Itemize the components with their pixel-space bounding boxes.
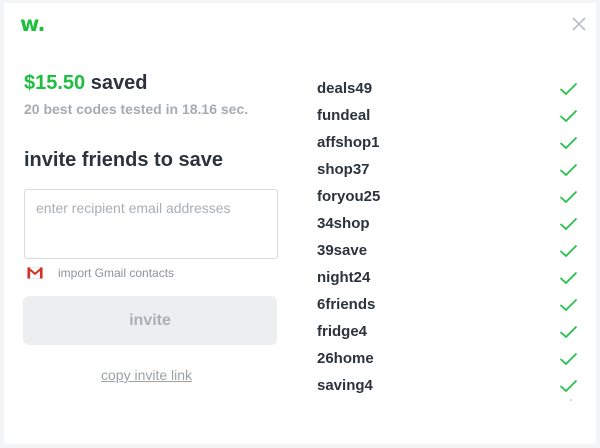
saved-amount: $15.50 [24, 72, 86, 94]
code-label: affshop1 [317, 134, 380, 151]
list-item: 39save [317, 237, 579, 264]
check-icon [559, 109, 578, 122]
list-item: foryou25 [317, 183, 579, 210]
check-icon [559, 244, 578, 257]
code-label: fridge4 [317, 323, 368, 340]
check-icon [559, 352, 578, 365]
close-button[interactable] [570, 15, 588, 33]
popup-panel: w. $15.50 saved 20 best codes tested in … [4, 3, 596, 444]
check-icon [559, 379, 578, 392]
code-label: 26home [317, 350, 374, 367]
check-icon [559, 298, 578, 311]
check-icon [559, 271, 578, 284]
list-item: fundeal [317, 102, 579, 129]
invite-button[interactable]: invite [23, 296, 277, 345]
check-icon [559, 136, 578, 149]
list-item: affshop1 [317, 129, 579, 156]
list-item: 34shop [317, 210, 579, 237]
email-field[interactable] [25, 190, 277, 258]
code-label: 34shop [317, 215, 370, 232]
check-icon [559, 325, 578, 338]
scroll-indicator [570, 399, 572, 401]
list-item: 26home [317, 345, 579, 372]
close-icon [572, 17, 586, 31]
email-field-wrapper [24, 189, 278, 259]
code-label: saving4 [317, 377, 373, 394]
list-item: saving4 [317, 372, 579, 399]
savings-summary: $15.50 saved [24, 72, 147, 95]
code-label: 6friends [317, 296, 376, 313]
list-item: night24 [317, 264, 579, 291]
list-item: 6friends [317, 291, 579, 318]
code-label: 39save [317, 242, 368, 259]
code-label: shop37 [317, 161, 370, 178]
import-gmail-link[interactable]: import Gmail contacts [27, 265, 174, 281]
list-item: shop37 [317, 156, 579, 183]
list-item: deals49 [317, 75, 579, 102]
list-item: fridge4 [317, 318, 579, 345]
gmail-icon [27, 267, 43, 279]
brand-logo: w. [20, 12, 46, 36]
code-label: deals49 [317, 80, 373, 97]
codes-list: deals49 fundeal affshop1 shop37 foryou25… [317, 75, 579, 399]
code-label: fundeal [317, 107, 371, 124]
check-icon [559, 82, 578, 95]
invite-heading: invite friends to save [24, 149, 223, 171]
copy-invite-link[interactable]: copy invite link [101, 367, 192, 383]
code-label: night24 [317, 269, 371, 286]
codes-tested-text: 20 best codes tested in 18.16 sec. [24, 101, 249, 117]
gmail-label: import Gmail contacts [58, 266, 175, 280]
saved-label: saved [85, 72, 148, 94]
check-icon [559, 163, 578, 176]
check-icon [559, 190, 578, 203]
check-icon [559, 217, 578, 230]
code-label: foryou25 [317, 188, 381, 205]
